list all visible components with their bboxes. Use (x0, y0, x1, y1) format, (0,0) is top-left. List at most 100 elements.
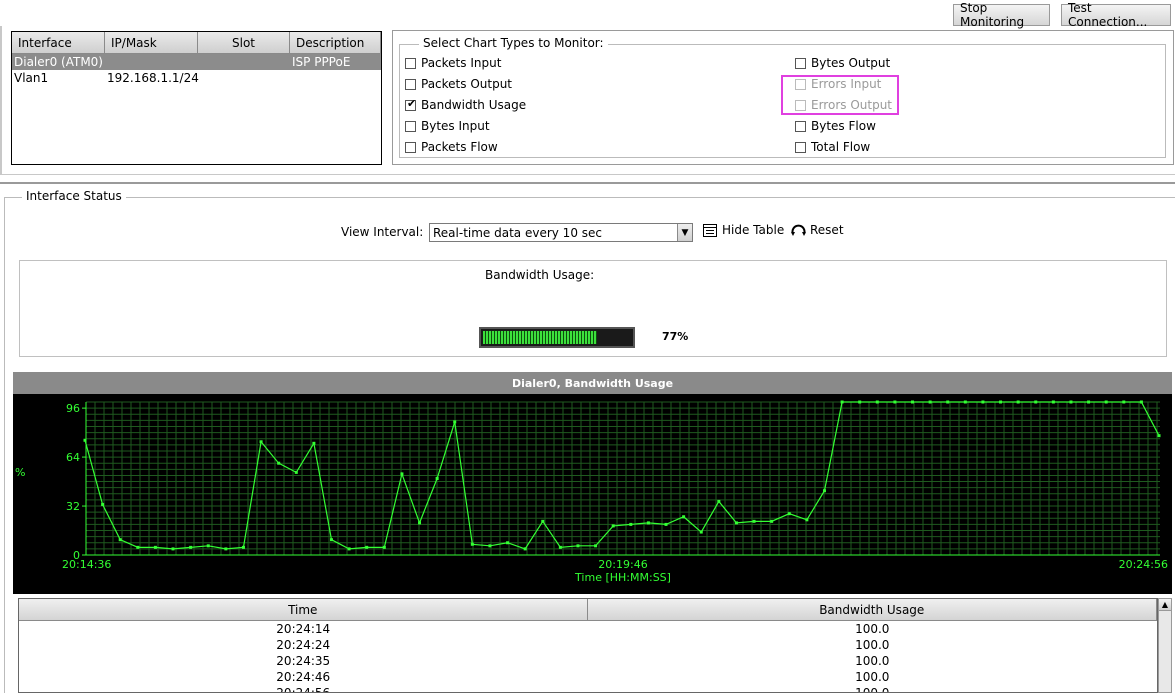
data-point (752, 519, 756, 523)
data-point (963, 400, 967, 404)
checkmark-icon: ✔ (407, 96, 417, 110)
interface-table-header: Interface IP/Mask Slot Description (12, 32, 381, 54)
time-cell: 20:24:56 (276, 686, 331, 693)
interface-ip: 192.168.1.1/24 (107, 71, 199, 85)
chevron-down-icon[interactable]: ▼ (677, 224, 692, 241)
checkbox-box[interactable]: ✔ (405, 96, 417, 111)
column-header-interface[interactable]: Interface (12, 32, 105, 54)
column-header-time[interactable]: Time (19, 599, 588, 621)
data-point (646, 521, 650, 525)
x-axis-label: Time [HH:MM:SS] (574, 571, 671, 584)
checkbox-label: Bandwidth Usage (421, 98, 527, 112)
data-point (1157, 434, 1161, 438)
data-point (1016, 400, 1020, 404)
test-connection-button[interactable]: Test Connection... (1061, 1, 1171, 29)
data-point (541, 519, 545, 523)
checkbox-label: Packets Input (421, 56, 502, 70)
checkbox-bytes-input[interactable]: Bytes Input (405, 119, 490, 133)
data-point (171, 547, 175, 551)
panel-border (0, 26, 2, 174)
scroll-up-icon[interactable]: ▲ (1159, 599, 1171, 611)
usage-meter-fill (483, 331, 597, 344)
data-point (858, 400, 862, 404)
view-interval-select[interactable]: Real-time data every 10 sec ▼ (429, 223, 693, 242)
data-point (928, 400, 932, 404)
data-point (734, 521, 738, 525)
bandwidth-cell: 100.0 (855, 638, 890, 652)
column-header-slot[interactable]: Slot (198, 32, 290, 54)
bandwidth-cell: 100.0 (855, 654, 890, 668)
table-row[interactable]: 20:24:56 100.0 (19, 685, 1157, 693)
data-point (83, 438, 87, 442)
data-point (259, 440, 263, 444)
interface-description: ISP PPPoE (292, 55, 351, 69)
column-header-bandwidth[interactable]: Bandwidth Usage (587, 599, 1157, 621)
bandwidth-chart: 0326496%20:14:36 20:19:46 20:24:56Time [HH… (15, 400, 1168, 584)
data-table-header: Time Bandwidth Usage (19, 599, 1157, 621)
data-point (101, 503, 105, 507)
data-point (717, 499, 721, 503)
data-point (699, 530, 703, 534)
table-row[interactable]: 20:24:24 100.0 (19, 637, 1157, 653)
reset-icon (791, 224, 806, 236)
data-point (206, 544, 210, 548)
data-point (435, 477, 439, 480)
checkbox-packets-flow[interactable]: Packets Flow (405, 140, 498, 154)
hide-table-button[interactable]: Hide Table (703, 223, 784, 237)
divider (0, 174, 1175, 175)
interface-row-vlan1[interactable]: Vlan1 192.168.1.1/24 (12, 70, 381, 86)
x-tick-label: 20:14:36 (62, 558, 111, 571)
usage-meter (479, 327, 635, 348)
stop-monitoring-button[interactable]: Stop Monitoring (953, 1, 1050, 29)
checkbox-packets-input[interactable]: Packets Input (405, 56, 501, 70)
data-point (893, 400, 897, 404)
data-point (1051, 400, 1055, 404)
checkbox-box[interactable] (405, 57, 416, 69)
column-header-description[interactable]: Description (290, 32, 381, 54)
checkbox-bandwidth-usage[interactable]: ✔ Bandwidth Usage (405, 98, 526, 112)
checkbox-bytes-flow[interactable]: Bytes Flow (795, 119, 876, 133)
interface-status-title: Interface Status (22, 189, 126, 203)
data-point (875, 400, 879, 404)
table-row[interactable]: 20:24:35 100.0 (19, 653, 1157, 669)
checkbox-label: Packets Output (421, 77, 513, 91)
checkbox-box[interactable] (405, 78, 416, 90)
table-row[interactable]: 20:24:14 100.0 (19, 621, 1157, 637)
data-point (611, 524, 615, 528)
data-point (277, 461, 281, 465)
data-point (1122, 400, 1126, 404)
y-tick-label: 32 (66, 500, 80, 513)
time-cell: 20:24:35 (276, 654, 331, 668)
checkbox-total-flow[interactable]: Total Flow (795, 140, 870, 154)
data-point (506, 541, 510, 545)
data-point (453, 420, 457, 424)
data-point (523, 547, 527, 551)
reset-label: Reset (810, 223, 844, 237)
data-point (488, 544, 492, 548)
checkbox-box[interactable] (795, 141, 806, 153)
checkbox-bytes-output[interactable]: Bytes Output (795, 56, 890, 70)
checkbox-packets-output[interactable]: Packets Output (405, 77, 512, 91)
data-point (629, 522, 633, 526)
table-scrollbar[interactable]: ▲ (1158, 598, 1172, 693)
view-interval-value: Real-time data every 10 sec (433, 225, 603, 240)
data-point (294, 470, 298, 474)
data-point (946, 400, 950, 404)
data-table: Time Bandwidth Usage 20:24:14 100.0 20:24:… (18, 598, 1158, 693)
data-point (682, 515, 686, 519)
interface-row-dialer0[interactable]: Dialer0 (ATM0) ISP PPPoE (12, 54, 381, 70)
divider (0, 182, 1175, 184)
checkbox-box[interactable] (795, 57, 806, 69)
data-point (241, 545, 245, 549)
checkbox-box[interactable] (405, 120, 416, 132)
table-row[interactable]: 20:24:46 100.0 (19, 669, 1157, 685)
data-point (329, 538, 333, 542)
data-point (400, 472, 404, 476)
checkbox-box[interactable] (405, 141, 416, 153)
reset-button[interactable]: Reset (791, 223, 844, 237)
data-point (576, 544, 580, 548)
data-point (770, 519, 774, 523)
column-header-ip-mask[interactable]: IP/Mask (105, 32, 198, 54)
checkbox-box[interactable] (795, 120, 806, 132)
highlight-box (781, 75, 899, 115)
